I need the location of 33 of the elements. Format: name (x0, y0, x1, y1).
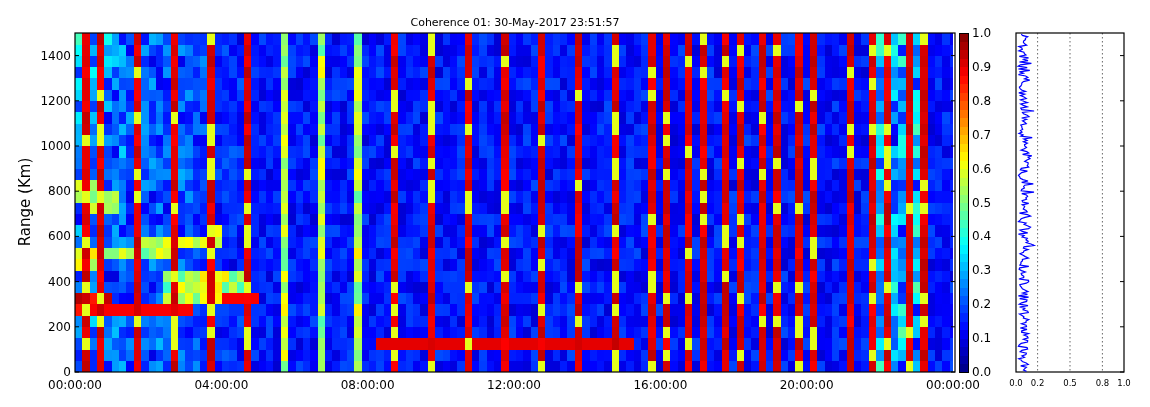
tick-label: 0.0 (1009, 378, 1023, 388)
tick-label: 0.8 (1095, 378, 1110, 388)
tick-label: 0.1 (972, 331, 992, 346)
tick-label: 0.5 (972, 195, 992, 210)
tick-label: 0.7 (972, 127, 992, 142)
tick-label: 0.2 (972, 297, 992, 312)
tick-label: 0.4 (972, 229, 992, 244)
tick-label: 800 (48, 184, 71, 199)
tick-label: 0.6 (972, 161, 992, 176)
tick-label: 0.9 (972, 59, 992, 74)
tick-label: 400 (48, 274, 71, 289)
tick-label: 0.2 (1030, 378, 1045, 388)
tick-label: 0 (63, 365, 71, 379)
tick-label: 0.0 (972, 365, 992, 379)
tick-label: 0.3 (972, 263, 992, 278)
axis-label: Range (Km) (16, 157, 34, 247)
tick-label: 600 (48, 229, 71, 244)
tick-label: 0.5 (1063, 378, 1077, 388)
tick-label: 04:00:00 (194, 378, 249, 392)
tick-label: 08:00:00 (340, 378, 395, 392)
tick-label: 1.0 (972, 26, 992, 40)
tick-label: 1200 (40, 93, 71, 108)
tick-label: 1.0 (1117, 378, 1131, 388)
tick-label: 00:00:00 (926, 378, 980, 392)
tick-label: 1000 (40, 139, 71, 153)
tick-label: 00:00:00 (48, 378, 102, 392)
chart-title: Coherence 01: 30-May-2017 23:51:57 (410, 16, 620, 29)
tick-label: 1400 (40, 48, 71, 63)
tick-label: 200 (48, 319, 71, 334)
tick-label: 0.8 (972, 93, 992, 108)
tick-label: 20:00:00 (779, 378, 834, 392)
tick-label: 16:00:00 (633, 378, 688, 392)
tick-label: 12:00:00 (487, 378, 541, 392)
